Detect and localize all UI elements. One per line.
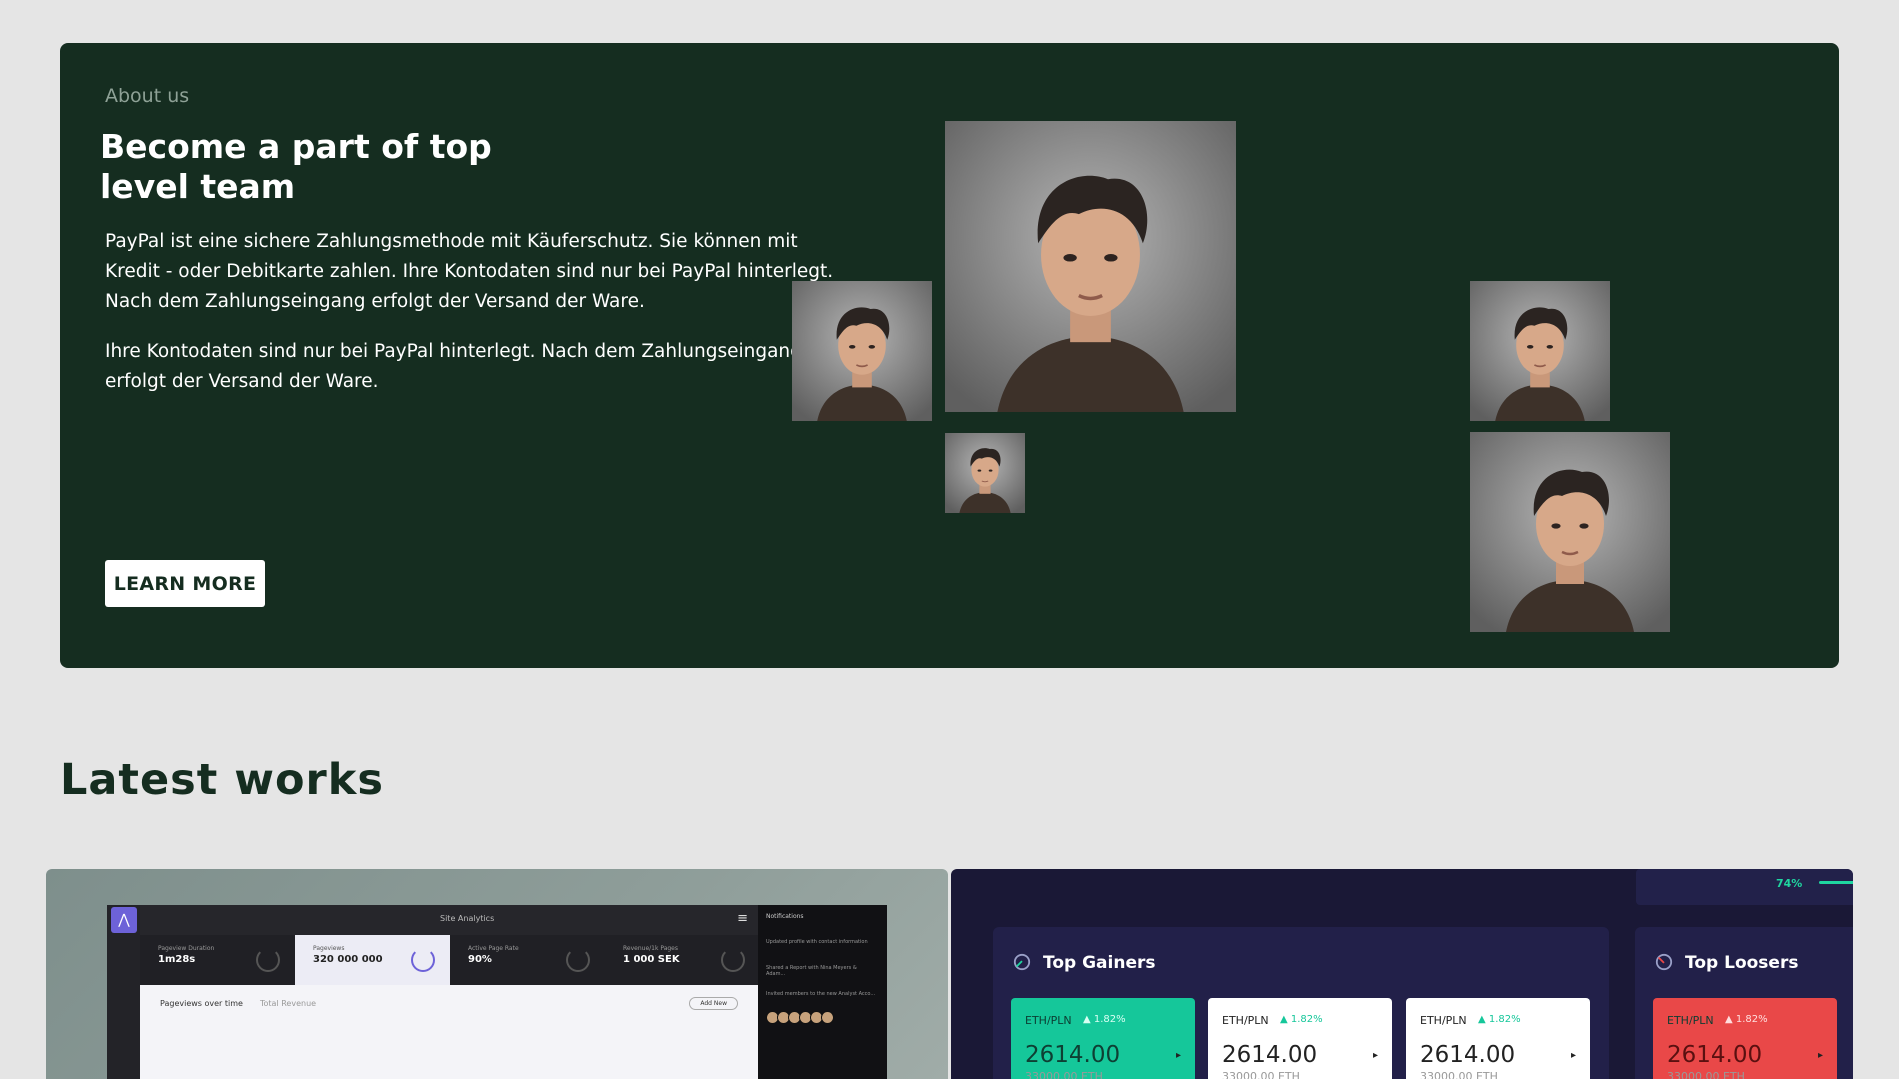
dashboard-topbar: Site Analytics ≡: [140, 905, 758, 935]
crypto-percent: 74%: [1776, 877, 1803, 890]
coin-price: 2614.00: [1667, 1042, 1763, 1068]
coin-price: 2614.00: [1222, 1042, 1318, 1068]
about-paragraph: PayPal ist eine sichere Zahlungsmethode …: [105, 231, 834, 312]
dashboard-mockup: ⋀ Site Analytics ≡ Pageview Duration 1m2…: [107, 905, 887, 1079]
coin-card: ETH/PLN ▲ 1.82% 2614.00 33000.00 ETH ▸: [1208, 998, 1392, 1079]
menu-icon: ≡: [737, 911, 748, 926]
add-new-button: Add New: [689, 997, 738, 1010]
crypto-top-widget: [1636, 869, 1853, 905]
about-paragraph: Ihre Kontodaten sind nur bei PayPal hint…: [105, 341, 802, 392]
coin-volume: 33000.00 ETH: [1420, 1070, 1498, 1079]
ring-icon: [256, 948, 280, 972]
stat-label: Pageviews: [313, 945, 345, 952]
trend-down-icon: [1655, 953, 1673, 971]
latest-works-title: Latest works: [60, 755, 384, 805]
chevron-right-icon: ▸: [1175, 1050, 1181, 1061]
coin-pair: ETH/PLN: [1667, 1014, 1714, 1027]
about-body: PayPal ist eine sichere Zahlungsmethode …: [105, 227, 845, 417]
work-card-analytics[interactable]: ⋀ Site Analytics ≡ Pageview Duration 1m2…: [46, 869, 948, 1079]
about-title: Become a part of top level team: [100, 127, 492, 206]
coin-pair: ETH/PLN: [1222, 1014, 1269, 1027]
stat-label: Active Page Rate: [468, 945, 519, 952]
avatar-group: [766, 1009, 834, 1028]
stat-value: 1 000 SEK: [623, 954, 680, 965]
coin-card: ETH/PLN ▲ 1.82% 2614.00 33000.00 ETH ▸: [1011, 998, 1195, 1079]
coin-pair: ETH/PLN: [1025, 1014, 1072, 1027]
stat-label: Revenue/1k Pages: [623, 945, 679, 952]
coin-card: ETH/PLN ▲ 1.82% 2614.00 33000.00 ETH ▸: [1653, 998, 1837, 1079]
coin-volume: 33000.00 ETH: [1025, 1070, 1103, 1079]
team-portrait-medium: [1470, 432, 1670, 632]
coin-price: 2614.00: [1025, 1042, 1121, 1068]
about-eyebrow: About us: [105, 85, 190, 107]
coin-volume: 33000.00 ETH: [1667, 1070, 1745, 1079]
dashboard-logo-icon: ⋀: [111, 907, 137, 933]
team-portrait-small: [945, 433, 1025, 513]
coin-card: ETH/PLN ▲ 1.82% 2614.00 33000.00 ETH ▸: [1406, 998, 1590, 1079]
stat-card: Active Page Rate 90%: [450, 935, 605, 985]
ring-icon: [411, 948, 435, 972]
stat-value: 320 000 000: [313, 954, 383, 965]
stat-card-active: Pageviews 320 000 000: [295, 935, 450, 985]
notifications-panel: Notifications Updated profile with conta…: [758, 905, 887, 1079]
coin-price: 2614.00: [1420, 1042, 1516, 1068]
notification-item: Shared a Report with Nina Meyers & Adam.…: [766, 965, 857, 977]
notification-item: Invited members to the new Analyst Acco.…: [766, 991, 876, 997]
stat-label: Pageview Duration: [158, 945, 215, 952]
chart-title: Pageviews over time: [160, 999, 243, 1008]
coin-change: ▲ 1.82%: [1280, 1014, 1323, 1025]
ring-icon: [566, 948, 590, 972]
top-gainers-title: Top Gainers: [1043, 953, 1156, 973]
dashboard-sidebar: ⋀: [107, 905, 140, 1079]
stat-value: 1m28s: [158, 954, 196, 965]
coin-volume: 33000.00 ETH: [1222, 1070, 1300, 1079]
trend-up-icon: [1013, 953, 1031, 971]
stat-card: Pageview Duration 1m28s: [140, 935, 295, 985]
coin-change: ▲ 1.82%: [1725, 1014, 1768, 1025]
notification-item: Updated profile with contact information: [766, 939, 868, 945]
coin-change: ▲ 1.82%: [1083, 1014, 1126, 1025]
team-portrait-large: [945, 121, 1236, 412]
chevron-right-icon: ▸: [1372, 1050, 1378, 1061]
dashboard-app-title: Site Analytics: [440, 914, 495, 923]
chart-subtitle: Total Revenue: [260, 999, 317, 1008]
stat-card: Revenue/1k Pages 1 000 SEK: [605, 935, 760, 985]
coin-change: ▲ 1.82%: [1478, 1014, 1521, 1025]
dashboard-chart: Pageviews over time Total Revenue Add Ne…: [140, 985, 758, 1079]
work-card-crypto[interactable]: 74% Top Gainers Top Loosers ETH/PLN ▲ 1.…: [951, 869, 1853, 1079]
avatar: [821, 1011, 834, 1024]
stat-value: 90%: [468, 954, 492, 965]
ring-icon: [721, 948, 745, 972]
notifications-title: Notifications: [766, 913, 804, 920]
about-section: About us Become a part of top level team…: [60, 43, 1839, 668]
team-portrait: [1470, 281, 1610, 421]
top-loosers-title: Top Loosers: [1685, 953, 1799, 973]
team-portrait: [792, 281, 932, 421]
crypto-progress-line: [1819, 881, 1853, 884]
chevron-right-icon: ▸: [1570, 1050, 1576, 1061]
learn-more-button[interactable]: LEARN MORE: [105, 560, 265, 607]
chevron-right-icon: ▸: [1817, 1050, 1823, 1061]
coin-pair: ETH/PLN: [1420, 1014, 1467, 1027]
